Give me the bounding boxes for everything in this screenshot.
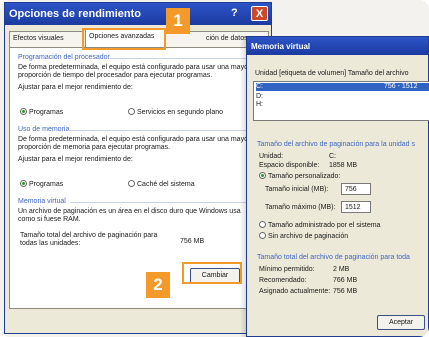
- title-bar[interactable]: Opciones de rendimiento ? X: [5, 3, 271, 25]
- radio-system-cache[interactable]: Caché del sistema: [128, 180, 195, 188]
- recommended-row: Recomendado: 766 MB: [259, 277, 357, 284]
- recommended-value: 766 MB: [333, 277, 358, 284]
- title-bar[interactable]: Memoria virtual: [247, 37, 428, 55]
- radio-selected-icon: [20, 180, 27, 187]
- adjust-label: Ajustar para el mejor rendimiento de:: [18, 84, 133, 91]
- drive-list-header: Unidad [etiqueta de volumen] Tamaño del …: [255, 70, 409, 77]
- radio-icon: [128, 108, 135, 115]
- radio-label: Sin archivo de paginación: [268, 233, 349, 240]
- radio-label: Programas: [29, 109, 64, 116]
- radio-label: Tamaño personalizado:: [268, 173, 341, 180]
- radio-label: Programas: [29, 181, 64, 188]
- divider: [68, 130, 258, 131]
- space-label: Espacio disponible:: [259, 162, 320, 169]
- unit-label: Unidad:: [259, 153, 284, 160]
- min-label: Mínimo permitido:: [259, 266, 315, 273]
- processor-group: Programación del procesador De forma pre…: [18, 54, 258, 92]
- radio-label: Caché del sistema: [137, 181, 195, 188]
- radio-programs-memory[interactable]: Programas: [20, 180, 63, 188]
- performance-options-dialog: Opciones de rendimiento ? X Efectos visu…: [4, 2, 272, 334]
- help-icon[interactable]: ?: [231, 7, 238, 19]
- total-paging-label: Tamaño total del archivo de paginación p…: [20, 232, 158, 247]
- space-row: Espacio disponible: 1858 MB: [259, 162, 357, 169]
- divider: [70, 202, 258, 203]
- max-size-label: Tamaño máximo (MB):: [265, 204, 336, 211]
- radio-system-managed[interactable]: Tamaño administrado por el sistema: [259, 221, 380, 229]
- drive-name: D:: [256, 93, 263, 100]
- step-badge-2: 2: [146, 272, 170, 298]
- step-badge-1: 1: [166, 8, 190, 34]
- unit-value: C:: [329, 153, 336, 160]
- drive-name: C:: [256, 83, 263, 90]
- radio-icon: [259, 232, 266, 239]
- initial-size-input[interactable]: 756: [341, 183, 371, 195]
- unit-row: Unidad: C:: [259, 153, 336, 160]
- recommended-label: Recomendado:: [259, 277, 307, 284]
- radio-selected-icon: [20, 108, 27, 115]
- radio-custom-size[interactable]: Tamaño personalizado:: [259, 172, 340, 180]
- virtual-memory-group: Memoria virtual Un archivo de paginación…: [18, 198, 258, 224]
- drive-name: H:: [256, 101, 263, 108]
- list-item[interactable]: D:: [256, 93, 429, 101]
- assigned-label: Asignado actualmente:: [259, 288, 331, 295]
- highlight-advanced-tab: [82, 28, 166, 50]
- highlight-change-button: [182, 262, 242, 284]
- drive-size: 756 - 1512: [384, 83, 418, 90]
- initial-size-label: Tamaño inicial (MB):: [265, 186, 329, 193]
- min-value: 2 MB: [333, 266, 350, 273]
- list-item[interactable]: C: 756 - 1512: [256, 83, 429, 91]
- virtual-memory-dialog: Memoria virtual Unidad [etiqueta de volu…: [246, 36, 429, 337]
- dialog-title: Memoria virtual: [251, 42, 311, 51]
- radio-background-services[interactable]: Servicios en segundo plano: [128, 108, 223, 116]
- total-paging-section: Tamaño total del archivo de paginación p…: [257, 254, 410, 261]
- accept-button[interactable]: Aceptar: [377, 315, 425, 330]
- radio-label: Tamaño administrado por el sistema: [268, 222, 381, 229]
- list-item[interactable]: H:: [256, 101, 429, 109]
- assigned-row: Asignado actualmente: 756 MB: [259, 288, 357, 295]
- tab-visual-effects[interactable]: Efectos visuales: [9, 31, 83, 47]
- dialog-title: Opciones de rendimiento: [9, 8, 142, 20]
- assigned-value: 756 MB: [333, 288, 358, 295]
- radio-selected-icon: [259, 172, 266, 179]
- group-description: De forma predeterminada, el equipo está …: [18, 136, 251, 151]
- radio-icon: [259, 221, 266, 228]
- close-icon[interactable]: X: [251, 6, 268, 21]
- memory-group: Uso de memoria De forma predeterminada, …: [18, 126, 258, 164]
- radio-label: Servicios en segundo plano: [137, 109, 224, 116]
- radio-icon: [128, 180, 135, 187]
- selected-drive-section: Tamaño del archivo de paginación para la…: [257, 141, 415, 148]
- max-size-input[interactable]: 1512: [341, 201, 371, 213]
- adjust-label: Ajustar para el mejor rendimiento de:: [18, 156, 133, 163]
- screenshot-frame: Opciones de rendimiento ? X Efectos visu…: [0, 0, 429, 337]
- divider: [110, 58, 258, 59]
- total-paging-value: 756 MB: [180, 238, 205, 245]
- drive-list[interactable]: C: 756 - 1512 D: H:: [253, 81, 429, 121]
- radio-programs-processor[interactable]: Programas: [20, 108, 63, 116]
- radio-no-paging[interactable]: Sin archivo de paginación: [259, 232, 348, 240]
- group-description: Un archivo de paginación es un área en e…: [18, 208, 241, 223]
- group-description: De forma predeterminada, el equipo está …: [18, 64, 251, 79]
- min-row: Mínimo permitido: 2 MB: [259, 266, 349, 273]
- space-value: 1858 MB: [329, 162, 358, 169]
